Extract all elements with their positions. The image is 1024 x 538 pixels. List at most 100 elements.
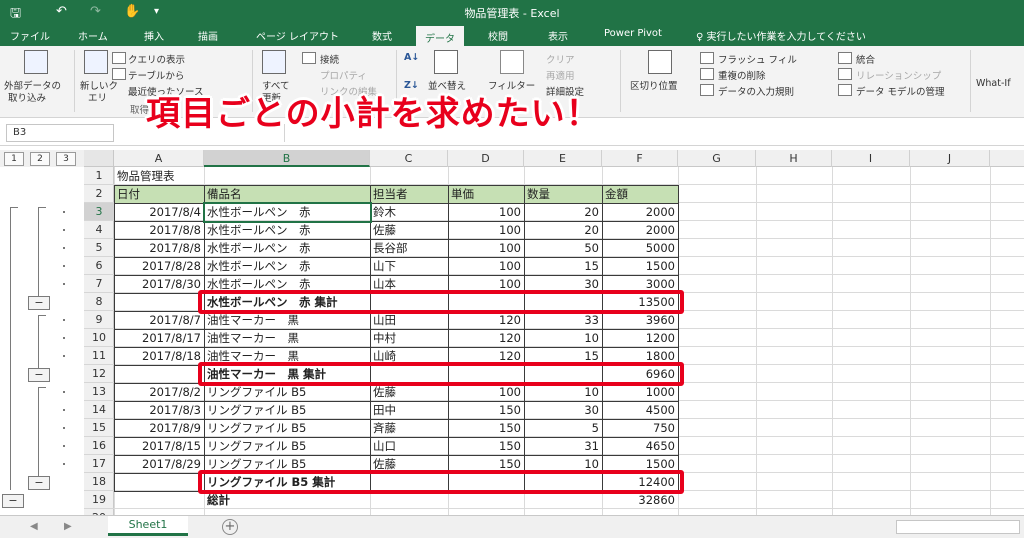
outline-level-2-button[interactable]: 2 (30, 152, 50, 166)
text-to-columns-button[interactable]: 区切り位置 (630, 78, 678, 92)
remove-duplicates-button[interactable]: 重複の削除 (718, 68, 766, 82)
data-validation-button[interactable]: データの入力規則 (718, 84, 794, 98)
table-header-cell[interactable]: 担当者 (370, 185, 448, 203)
data-model-button[interactable]: データ モデルの管理 (856, 84, 945, 98)
row-header[interactable]: 19 (84, 491, 114, 509)
tab-home[interactable]: ホーム (78, 28, 108, 43)
table-header-cell[interactable]: 備品名 (204, 185, 370, 203)
outline-level-3-button[interactable]: 3 (56, 152, 76, 166)
row-header[interactable]: 7 (84, 275, 114, 293)
row-header[interactable]: 11 (84, 347, 114, 365)
name-box[interactable]: B3 (6, 124, 114, 142)
table-header-cell[interactable]: 単価 (448, 185, 524, 203)
table-header-cell[interactable]: 金額 (602, 185, 678, 203)
row-header[interactable]: 16 (84, 437, 114, 455)
column-header-j[interactable]: J (910, 150, 990, 167)
table-col-border (524, 419, 525, 438)
outline-level-1-button[interactable]: 1 (4, 152, 24, 166)
row-header[interactable]: 4 (84, 221, 114, 239)
ribbon-separator (970, 50, 971, 112)
table-col-border (204, 329, 205, 348)
row-header[interactable]: 9 (84, 311, 114, 329)
tab-draw[interactable]: 描画 (198, 28, 218, 43)
relationships-button[interactable]: リレーションシップ (856, 68, 941, 82)
clear-filter-button[interactable]: クリア (546, 52, 575, 66)
consolidate-button[interactable]: 統合 (856, 52, 875, 66)
row-header[interactable]: 14 (84, 401, 114, 419)
what-if-button[interactable]: What-If (976, 78, 1011, 89)
row-header[interactable]: 12 (84, 365, 114, 383)
row-header[interactable]: 2 (84, 185, 114, 203)
column-header-i[interactable]: I (832, 150, 910, 167)
outline-bracket-group1 (38, 207, 39, 299)
row-header[interactable]: 17 (84, 455, 114, 473)
external-data-button-line2[interactable]: 取り込み (8, 90, 46, 104)
row-header[interactable]: 18 (84, 473, 114, 491)
outline-detail-marker (63, 355, 65, 357)
external-data-icon (24, 50, 48, 74)
filter-icon (500, 50, 524, 74)
table-col-border (524, 221, 525, 240)
show-queries-button[interactable]: クエリの表示 (128, 52, 185, 66)
column-header-a[interactable]: A (114, 150, 204, 167)
row-header[interactable]: 6 (84, 257, 114, 275)
row-header[interactable]: 13 (84, 383, 114, 401)
collapse-group1-button[interactable]: − (28, 296, 50, 310)
collapse-group3-button[interactable]: − (28, 476, 50, 490)
flash-fill-button[interactable]: フラッシュ フィル (718, 52, 797, 66)
row-header[interactable]: 1 (84, 167, 114, 185)
properties-button[interactable]: プロパティ (320, 68, 367, 82)
table-col-border (448, 221, 449, 240)
outline-detail-marker (63, 391, 65, 393)
column-header-g[interactable]: G (678, 150, 756, 167)
table-header-cell[interactable]: 日付 (114, 185, 204, 203)
tell-me-search[interactable]: ♀ 実行したい作業を入力してください (696, 28, 866, 43)
new-query-button-line2[interactable]: エリ (88, 90, 107, 104)
table-col-border (524, 239, 525, 258)
row-header[interactable]: 10 (84, 329, 114, 347)
consolidate-icon (838, 52, 852, 64)
tab-view[interactable]: 表示 (548, 28, 568, 43)
horizontal-scrollbar[interactable] (896, 520, 1020, 534)
sheet-tab-sheet1[interactable]: Sheet1 (108, 516, 188, 536)
collapse-all-button[interactable]: − (2, 494, 24, 508)
prev-sheet-icon[interactable]: ◀ (30, 521, 38, 532)
flash-fill-icon (700, 52, 714, 64)
next-sheet-icon[interactable]: ▶ (64, 521, 72, 532)
row-header[interactable]: 5 (84, 239, 114, 257)
sheet-title-cell[interactable]: 物品管理表 (114, 167, 370, 185)
outline-detail-marker (63, 211, 65, 213)
tab-page-layout[interactable]: ページ レイアウト (256, 28, 339, 43)
refresh-all-icon (262, 50, 286, 74)
column-header-c[interactable]: C (370, 150, 448, 167)
subtotal-highlight (198, 362, 684, 386)
tab-review[interactable]: 校閲 (488, 28, 508, 43)
connections-button[interactable]: 接続 (320, 52, 339, 66)
collapse-group2-button[interactable]: − (28, 368, 50, 382)
column-header-e[interactable]: E (524, 150, 602, 167)
text-to-columns-icon (648, 50, 672, 74)
tab-formulas[interactable]: 数式 (372, 28, 392, 43)
worksheet-grid[interactable]: 物品管理表 日付 備品名 担当者 単価 数量 金額 2017/8/4 水性ボールペン 赤鈴木 10… (114, 167, 1024, 515)
sort-az-icon[interactable]: A↓ (404, 52, 419, 63)
tab-power-pivot[interactable]: Power Pivot (604, 28, 662, 39)
column-header-b[interactable]: B (204, 150, 370, 167)
column-header-d[interactable]: D (448, 150, 524, 167)
row-header[interactable]: 3 (84, 203, 114, 221)
reapply-button[interactable]: 再適用 (546, 68, 575, 82)
select-all-corner[interactable] (84, 150, 114, 167)
add-sheet-icon[interactable]: + (222, 519, 238, 535)
table-col-border (602, 419, 603, 438)
tab-file[interactable]: ファイル (10, 28, 50, 43)
from-table-button[interactable]: テーブルから (128, 68, 184, 82)
table-header-cell[interactable]: 数量 (524, 185, 602, 203)
row-header[interactable]: 15 (84, 419, 114, 437)
table-col-border (524, 437, 525, 456)
column-header-f[interactable]: F (602, 150, 678, 167)
tab-data[interactable]: データ (416, 24, 464, 46)
tab-insert[interactable]: 挿入 (144, 28, 164, 43)
row-header[interactable]: 8 (84, 293, 114, 311)
table-col-border (204, 239, 205, 258)
column-header-h[interactable]: H (756, 150, 832, 167)
outline-bracket-level1 (10, 207, 11, 490)
